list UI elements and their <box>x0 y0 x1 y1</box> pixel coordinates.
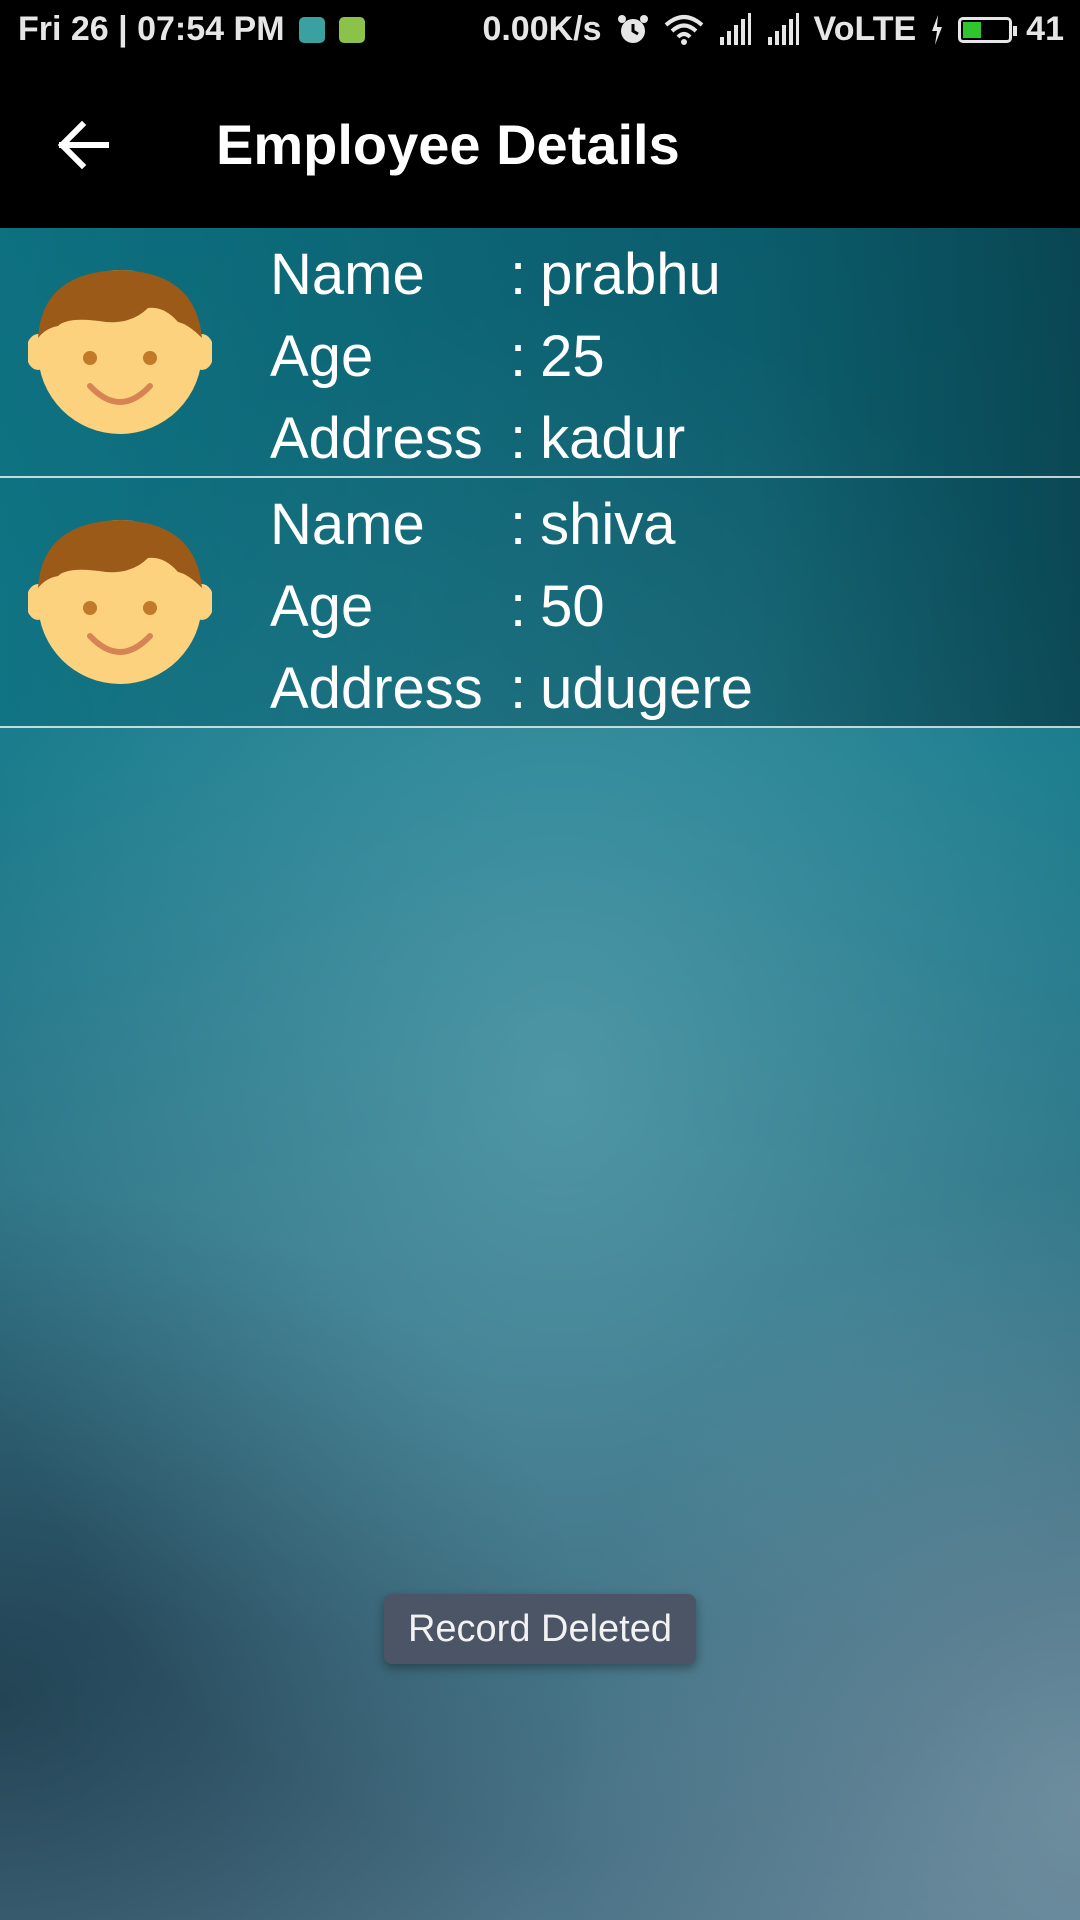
address-line: Address : udugere <box>270 648 753 730</box>
name-line: Name : prabhu <box>270 234 721 316</box>
address-value: kadur <box>540 406 686 471</box>
employee-fields: Name : prabhu Age : 25 Address : kadur <box>270 234 721 480</box>
address-separator: : <box>510 656 527 721</box>
status-left: Fri 26 | 07:54 PM <box>18 10 365 49</box>
net-speed: 0.00K/s <box>482 10 602 48</box>
page-title: Employee Details <box>216 113 680 176</box>
age-line: Age : 50 <box>270 566 753 648</box>
age-separator: : <box>510 324 527 389</box>
employee-row[interactable]: Name : prabhu Age : 25 Address : kadur <box>0 228 1080 478</box>
boy-face-icon <box>28 520 212 684</box>
back-button[interactable] <box>50 112 116 178</box>
employee-row[interactable]: Name : shiva Age : 50 Address : udugere <box>0 478 1080 728</box>
address-value: udugere <box>540 656 753 721</box>
name-line: Name : shiva <box>270 484 753 566</box>
status-right: 0.00K/s VoLTE 41 <box>482 10 1064 49</box>
battery-fill <box>963 21 982 38</box>
name-label: Name <box>270 242 425 307</box>
screen: Fri 26 | 07:54 PM 0.00K/s VoLTE 41 Emplo… <box>0 0 1080 1920</box>
charging-icon <box>932 14 943 45</box>
signal-icon-sim1 <box>719 12 751 45</box>
name-value: shiva <box>540 492 676 557</box>
wifi-icon <box>664 14 703 45</box>
age-value: 50 <box>540 574 605 639</box>
name-separator: : <box>510 492 527 557</box>
android-notification-icon <box>338 16 365 43</box>
age-label: Age <box>270 324 374 389</box>
address-label: Address <box>270 406 483 471</box>
signal-icon-sim2 <box>767 12 799 45</box>
age-separator: : <box>510 574 527 639</box>
age-label: Age <box>270 574 374 639</box>
boy-face-icon <box>28 270 212 434</box>
battery-icon <box>958 16 1018 43</box>
address-separator: : <box>510 406 527 471</box>
alarm-icon <box>617 14 648 43</box>
usb-notification-icon <box>298 16 325 43</box>
name-label: Name <box>270 492 425 557</box>
name-separator: : <box>510 242 527 307</box>
age-line: Age : 25 <box>270 316 721 398</box>
arrow-back-icon <box>57 120 109 170</box>
toast-message: Record Deleted <box>384 1594 696 1664</box>
network-type: VoLTE <box>813 10 917 48</box>
status-datetime: Fri 26 | 07:54 PM <box>18 10 285 48</box>
battery-level: 41 <box>1026 10 1064 48</box>
age-value: 25 <box>540 324 605 389</box>
address-line: Address : kadur <box>270 398 721 480</box>
name-value: prabhu <box>540 242 721 307</box>
status-bar: Fri 26 | 07:54 PM 0.00K/s VoLTE 41 <box>0 0 1080 62</box>
address-label: Address <box>270 656 483 721</box>
employee-fields: Name : shiva Age : 50 Address : udugere <box>270 484 753 730</box>
employee-list: Name : prabhu Age : 25 Address : kadur N… <box>0 228 1080 728</box>
app-bar: Employee Details <box>0 62 1080 228</box>
